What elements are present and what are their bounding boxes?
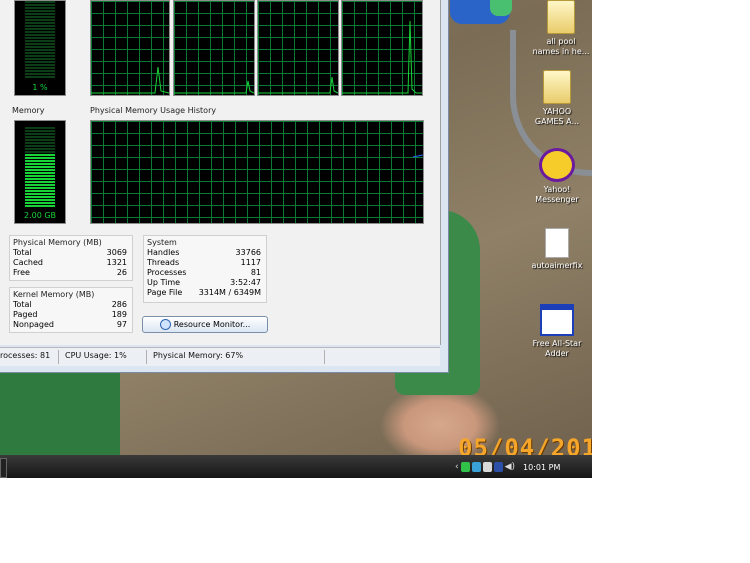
cpu-history-graph <box>257 0 339 96</box>
volume-icon[interactable]: ◀) <box>505 462 515 472</box>
application-icon <box>540 304 574 336</box>
stat-row: Processes 81 <box>147 268 261 277</box>
chevron-left-icon[interactable]: ‹ <box>455 462 459 472</box>
status-divider <box>324 350 325 364</box>
desktop-icon-autoaimerfix[interactable]: autoaimerfix <box>528 228 586 271</box>
memory-history-line <box>412 154 423 158</box>
folder-icon <box>543 70 571 104</box>
cpu-usage-label: 1 % <box>32 83 48 92</box>
task-manager-window: 1 % Memory Physical Memory Usage History <box>0 0 449 373</box>
physical-memory-title: Physical Memory (MB) <box>13 238 102 247</box>
status-bar: rocesses: 81 CPU Usage: 1% Physical Memo… <box>0 347 440 366</box>
stat-row: Cached 1321 <box>13 258 127 267</box>
kernel-memory-title: Kernel Memory (MB) <box>13 290 95 299</box>
desktop-icon-pool-names[interactable]: all pool names in he... <box>532 0 590 57</box>
cpu-history-graph <box>173 0 255 96</box>
stat-row: Paged 189 <box>13 310 127 319</box>
stat-value: 3314M / 6349M <box>198 288 261 297</box>
stat-key: Paged <box>13 310 38 319</box>
status-processes: rocesses: 81 <box>0 351 51 360</box>
taskbar: ‹ ◀) 10:01 PM <box>0 455 592 478</box>
yahoo-messenger-icon <box>539 148 575 182</box>
cpu-meter-stack <box>25 1 55 79</box>
status-divider <box>146 350 147 364</box>
stat-value: 26 <box>116 268 127 277</box>
stat-row: Page File 3314M / 6349M <box>147 288 261 297</box>
stat-value: 3:52:47 <box>230 278 261 287</box>
memory-meter-fill <box>25 154 55 207</box>
cpu-history-line <box>91 66 169 94</box>
resource-monitor-button[interactable]: Resource Monitor... <box>142 316 268 333</box>
cpu-history-line <box>174 80 254 94</box>
stat-row: Total 286 <box>13 300 127 309</box>
java-file-icon <box>545 228 569 258</box>
stat-key: Handles <box>147 248 180 257</box>
photo-toy-accent <box>490 0 512 16</box>
folder-icon <box>547 0 575 34</box>
memory-history-graph <box>90 120 424 224</box>
resource-monitor-label: Resource Monitor... <box>173 320 251 329</box>
stat-key: Cached <box>13 258 43 267</box>
desktop-icon-yahoo-games[interactable]: YAHOO GAMES A... <box>528 70 586 127</box>
memory-history-label: Physical Memory Usage History <box>90 106 217 115</box>
sync-icon[interactable] <box>471 462 481 472</box>
cpu-usage-meter: 1 % <box>14 0 66 96</box>
network-icon[interactable] <box>460 462 470 472</box>
desktop-icon-label: Yahoo! Messenger <box>535 185 579 204</box>
desktop-icon-label: all pool names in he... <box>532 37 590 56</box>
system-tray: ‹ ◀) 10:01 PM <box>455 457 592 477</box>
desktop-icon-label: autoaimerfix <box>531 261 583 270</box>
stat-value: 81 <box>250 268 261 277</box>
memory-usage-meter: 2.00 GB <box>14 120 66 224</box>
display-icon[interactable] <box>493 462 503 472</box>
stat-value: 1117 <box>240 258 261 267</box>
taskbar-clock[interactable]: 10:01 PM <box>523 463 560 472</box>
cpu-history-graph <box>341 0 423 96</box>
stat-value: 1321 <box>106 258 127 267</box>
desktop-icon-yahoo-messenger[interactable]: Yahoo! Messenger <box>528 148 586 205</box>
stat-key: Threads <box>147 258 180 267</box>
physical-memory-group: Physical Memory (MB) Total 3069 Cached 132… <box>9 235 133 281</box>
stat-row: Nonpaged 97 <box>13 320 127 329</box>
system-group: System Handles 33766 Threads 1117 Processe… <box>143 235 267 303</box>
stat-row: Total 3069 <box>13 248 127 257</box>
stat-key: Page File <box>147 288 183 297</box>
shield-icon <box>159 319 171 330</box>
stat-key: Free <box>13 268 30 277</box>
stat-key: Up Time <box>147 278 181 287</box>
desktop-icon-free-all-star-adder[interactable]: Free All-Star Adder <box>528 304 586 359</box>
memory-section-label: Memory <box>12 106 45 115</box>
stat-key: Total <box>13 300 32 309</box>
stat-key: Nonpaged <box>13 320 55 329</box>
status-divider <box>58 350 59 364</box>
system-title: System <box>147 238 177 247</box>
desktop-icon-label: YAHOO GAMES A... <box>534 107 580 126</box>
status-cpu-usage: CPU Usage: 1% <box>65 351 127 360</box>
stat-value: 189 <box>111 310 127 319</box>
stat-value: 33766 <box>235 248 261 257</box>
cpu-history-line <box>258 76 338 94</box>
performance-tab-panel: 1 % Memory Physical Memory Usage History <box>0 0 441 345</box>
stat-value: 286 <box>111 300 127 309</box>
stat-row: Threads 1117 <box>147 258 261 267</box>
stat-row: Free 26 <box>13 268 127 277</box>
stat-key: Processes <box>147 268 187 277</box>
stat-value: 97 <box>116 320 127 329</box>
stat-row: Up Time 3:52:47 <box>147 278 261 287</box>
cpu-history-line <box>342 20 422 94</box>
kernel-memory-group: Kernel Memory (MB) Total 286 Paged 189 Non… <box>9 287 133 333</box>
taskbar-button[interactable] <box>0 458 7 478</box>
memory-usage-label: 2.00 GB <box>23 211 57 220</box>
desktop-icon-label: Free All-Star Adder <box>532 339 582 358</box>
stat-key: Total <box>13 248 32 257</box>
device-icon[interactable] <box>482 462 492 472</box>
cpu-history-graph <box>90 0 170 96</box>
stat-value: 3069 <box>106 248 127 257</box>
status-physical-memory: Physical Memory: 67% <box>153 351 244 360</box>
stat-row: Handles 33766 <box>147 248 261 257</box>
